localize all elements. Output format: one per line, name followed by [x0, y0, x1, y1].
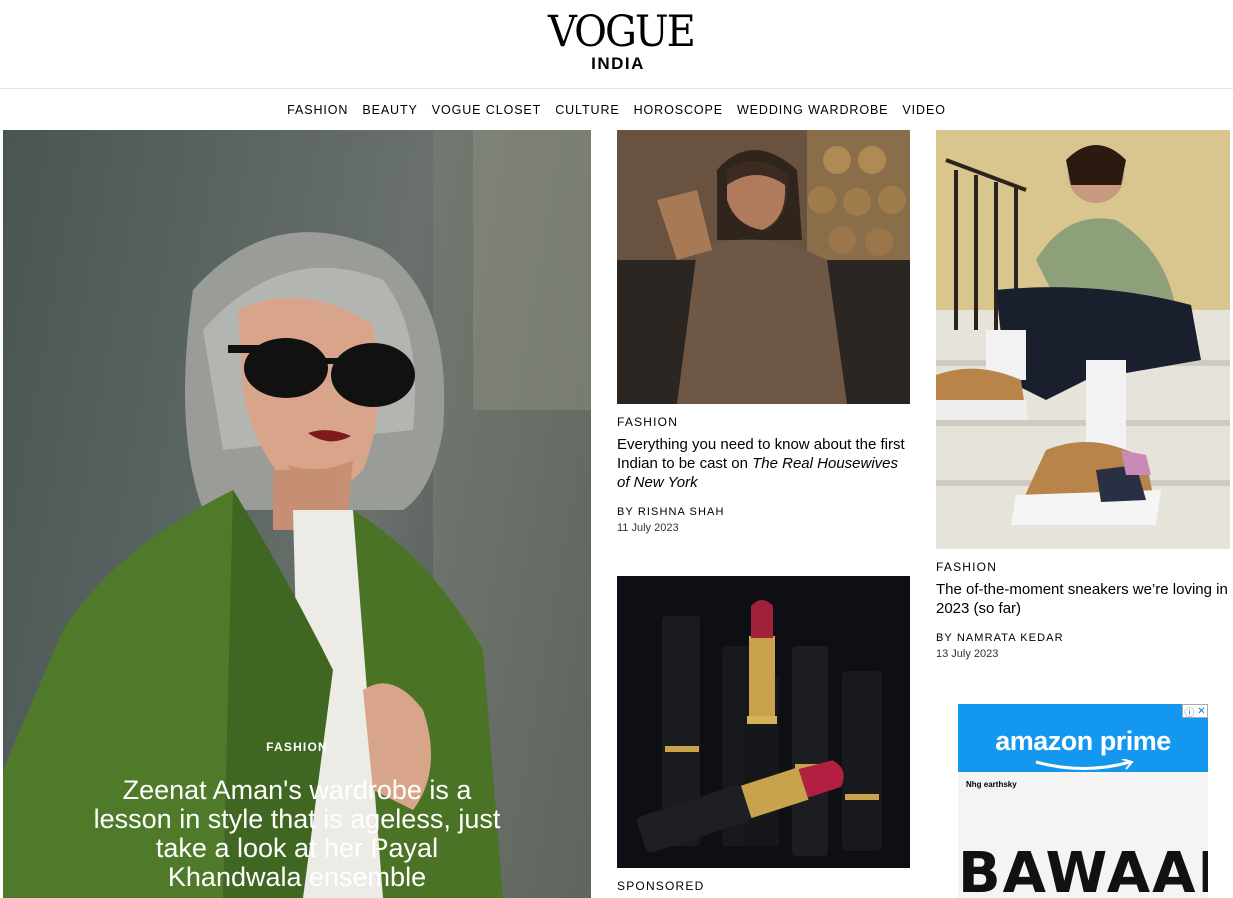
- adchoices-icon[interactable]: ⓘ: [1184, 704, 1194, 719]
- ad-choices[interactable]: ⓘ ✕: [1182, 704, 1208, 719]
- story-image[interactable]: [617, 130, 910, 404]
- story-photo: [936, 130, 1230, 549]
- nav-item-wedding-wardrobe[interactable]: WEDDING WARDROBE: [730, 101, 895, 119]
- story-headline[interactable]: The of-the-moment sneakers we’re loving …: [936, 580, 1230, 618]
- story-photo: [617, 130, 910, 404]
- hero-story[interactable]: FASHION Zeenat Aman's wardrobe is a less…: [3, 130, 591, 898]
- story-card[interactable]: FASHION Everything you need to know abou…: [617, 130, 910, 534]
- nav-item-fashion[interactable]: FASHION: [280, 101, 355, 119]
- lipstick-photo: [617, 576, 910, 868]
- logo-wordmark: VOGUE: [548, 7, 696, 57]
- nav-item-vogue-closet[interactable]: VOGUE CLOSET: [425, 101, 548, 119]
- nav-item-beauty[interactable]: BEAUTY: [355, 101, 424, 119]
- story-headline[interactable]: Everything you need to know about the fi…: [617, 435, 910, 492]
- close-icon[interactable]: ✕: [1197, 706, 1205, 717]
- story-image[interactable]: [936, 130, 1230, 549]
- story-image[interactable]: [617, 576, 910, 868]
- hero-text: FASHION Zeenat Aman's wardrobe is a less…: [3, 740, 591, 892]
- vogue-india-logo[interactable]: VOGUE INDIA: [548, 7, 696, 74]
- sponsored-card[interactable]: SPONSORED: [617, 576, 910, 893]
- hero-category[interactable]: FASHION: [3, 740, 591, 754]
- nav-item-horoscope[interactable]: HOROSCOPE: [627, 101, 730, 119]
- nav-item-culture[interactable]: CULTURE: [548, 101, 626, 119]
- ad-movie-title: BAWAAL: [958, 841, 1208, 898]
- story-card[interactable]: FASHION The of-the-moment sneakers we’re…: [936, 130, 1230, 660]
- masthead: VOGUE INDIA: [0, 0, 1233, 89]
- nav-item-video[interactable]: VIDEO: [895, 101, 952, 119]
- main-navigation: FASHION BEAUTY VOGUE CLOSET CULTURE HORO…: [0, 90, 1233, 130]
- story-date: 11 July 2023: [617, 522, 679, 534]
- ad-brand-name: amazon prime: [995, 726, 1171, 756]
- amazon-smile-icon: [1035, 759, 1134, 770]
- sponsored-label: SPONSORED: [617, 879, 705, 893]
- advertisement[interactable]: amazon prime Nhg earthsky BAWAAL ⓘ ✕: [958, 704, 1208, 898]
- hero-headline[interactable]: Zeenat Aman's wardrobe is a lesson in st…: [3, 776, 591, 892]
- story-date: 13 July 2023: [936, 648, 999, 660]
- story-category[interactable]: FASHION: [936, 560, 1230, 574]
- ad-sponsor-logos: Nhg earthsky: [966, 780, 1017, 789]
- logo-edition: INDIA: [591, 54, 645, 73]
- story-byline[interactable]: BY NAMRATA KEDAR: [936, 632, 1230, 644]
- story-category[interactable]: FASHION: [617, 415, 910, 429]
- story-byline[interactable]: BY RISHNA SHAH: [617, 506, 910, 518]
